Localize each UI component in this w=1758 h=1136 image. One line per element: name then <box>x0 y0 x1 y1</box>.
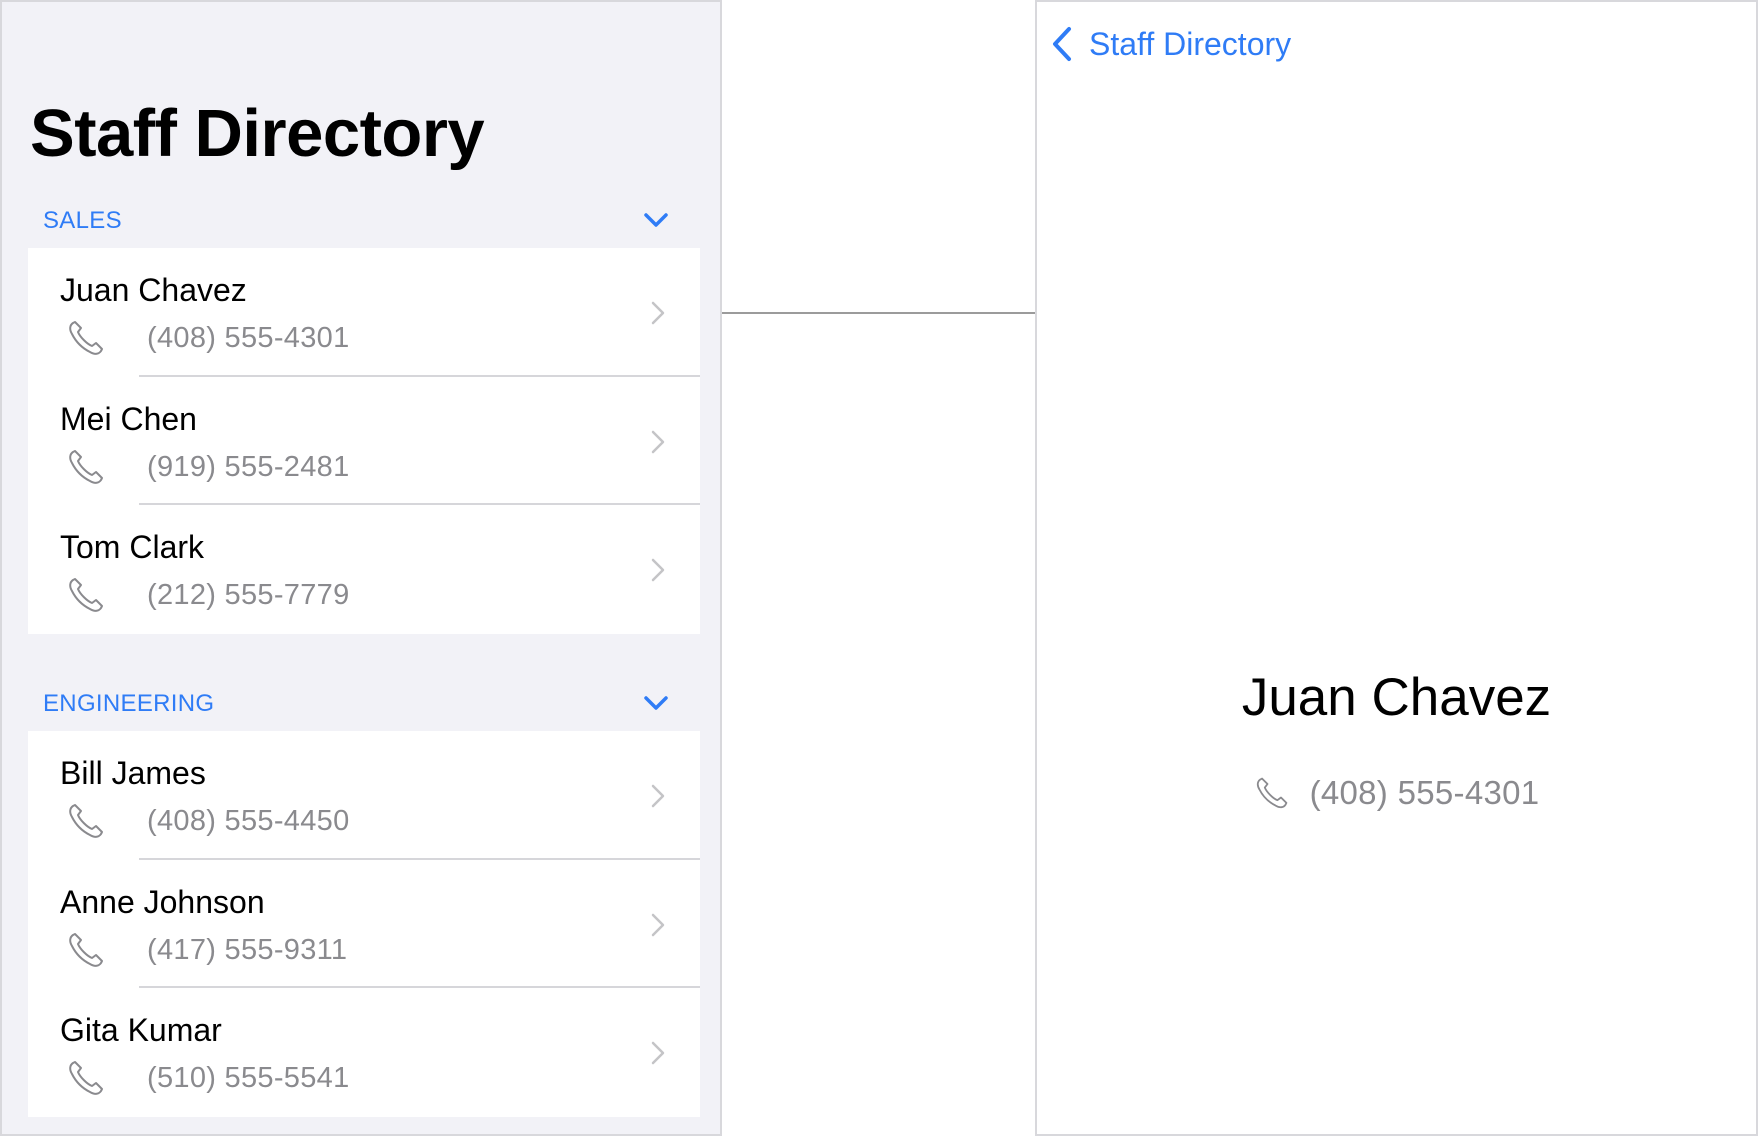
section-label: ENGINEERING <box>43 690 215 717</box>
sales-contact-list: Juan Chavez (408) 555-4301 Mei Chen (919… <box>28 248 700 634</box>
contact-row[interactable]: Gita Kumar (510) 555-5541 <box>28 988 700 1117</box>
chevron-right-icon <box>651 558 665 582</box>
chevron-right-icon <box>651 430 665 453</box>
chevron-right-icon <box>651 913 665 936</box>
contact-phone: (417) 555-9311 <box>147 933 348 966</box>
staff-directory-list-screen: Staff Directory SALES Juan Chavez (408) … <box>0 0 722 1136</box>
contact-row[interactable]: Juan Chavez (408) 555-4301 <box>28 248 700 377</box>
contact-row[interactable]: Bill James (408) 555-4450 <box>28 731 700 860</box>
contact-phone: (408) 555-4450 <box>147 805 350 837</box>
phone-icon <box>69 804 103 838</box>
contact-detail-screen: Staff Directory Juan Chavez (408) 555-43… <box>1035 0 1758 1136</box>
contact-name: Gita Kumar <box>60 1012 222 1048</box>
contact-name: Mei Chen <box>60 400 197 437</box>
section-header-sales: SALES <box>2 201 720 241</box>
page-title: Staff Directory <box>30 96 485 171</box>
phone-icon <box>69 449 103 484</box>
contact-phone-row[interactable]: (408) 555-4301 <box>1037 774 1756 812</box>
chevron-down-icon[interactable] <box>642 209 670 231</box>
contact-name: Bill James <box>60 755 206 791</box>
phone-icon <box>69 578 103 612</box>
back-button[interactable]: Staff Directory <box>1049 20 1291 68</box>
contact-phone: (408) 555-4301 <box>147 322 350 354</box>
back-label: Staff Directory <box>1089 25 1292 62</box>
contact-row[interactable]: Anne Johnson (417) 555-9311 <box>28 860 700 988</box>
phone-icon <box>69 1061 103 1095</box>
chevron-right-icon <box>651 301 665 325</box>
section-header-engineering: ENGINEERING <box>2 684 720 724</box>
phone-icon <box>1256 777 1287 809</box>
chevron-right-icon <box>651 1041 665 1065</box>
contact-phone: (919) 555-2481 <box>147 450 350 483</box>
navigation-arrow-icon <box>722 303 1066 323</box>
contact-name-title: Juan Chavez <box>1241 668 1552 727</box>
contact-row[interactable]: Mei Chen (919) 555-2481 <box>28 377 700 505</box>
contact-phone: (212) 555-7779 <box>147 579 350 611</box>
contact-name: Juan Chavez <box>60 272 247 308</box>
contact-name: Tom Clark <box>60 529 205 565</box>
phone-icon <box>69 321 103 355</box>
section-label: SALES <box>43 207 122 234</box>
contact-name: Anne Johnson <box>60 883 265 920</box>
contact-phone: (510) 555-5541 <box>147 1062 350 1094</box>
contact-row[interactable]: Tom Clark (212) 555-7779 <box>28 505 700 634</box>
chevron-down-icon[interactable] <box>642 692 670 714</box>
contact-phone: (408) 555-4301 <box>1309 774 1540 811</box>
engineering-contact-list: Bill James (408) 555-4450 Anne Johnson (… <box>28 731 700 1117</box>
phone-icon <box>69 932 103 967</box>
chevron-left-icon <box>1053 27 1071 61</box>
chevron-right-icon <box>651 784 665 808</box>
